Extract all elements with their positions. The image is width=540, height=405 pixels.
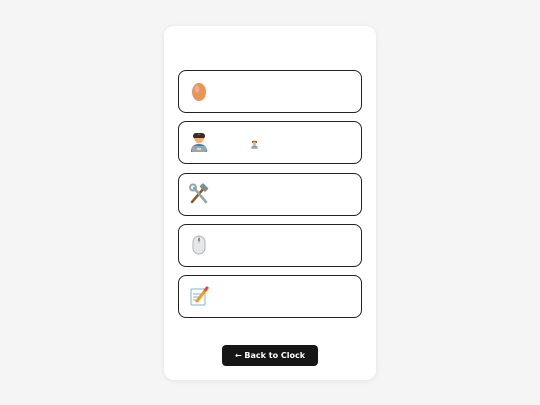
menu-card: ← Back to Clock — [164, 26, 376, 380]
egg-icon — [192, 83, 206, 101]
technologist-icon — [191, 133, 207, 152]
menu-item-technologist[interactable] — [178, 121, 362, 164]
technologist-small-icon — [251, 140, 258, 149]
menu-item-egg[interactable] — [178, 70, 362, 113]
menu-item-memo[interactable] — [178, 275, 362, 318]
computer-mouse-icon — [192, 235, 206, 255]
menu-item-tools[interactable] — [178, 173, 362, 216]
hammer-and-wrench-icon — [189, 183, 209, 204]
back-to-clock-button[interactable]: ← Back to Clock — [222, 345, 318, 366]
menu-item-mouse[interactable] — [178, 224, 362, 267]
memo-icon — [190, 286, 209, 306]
